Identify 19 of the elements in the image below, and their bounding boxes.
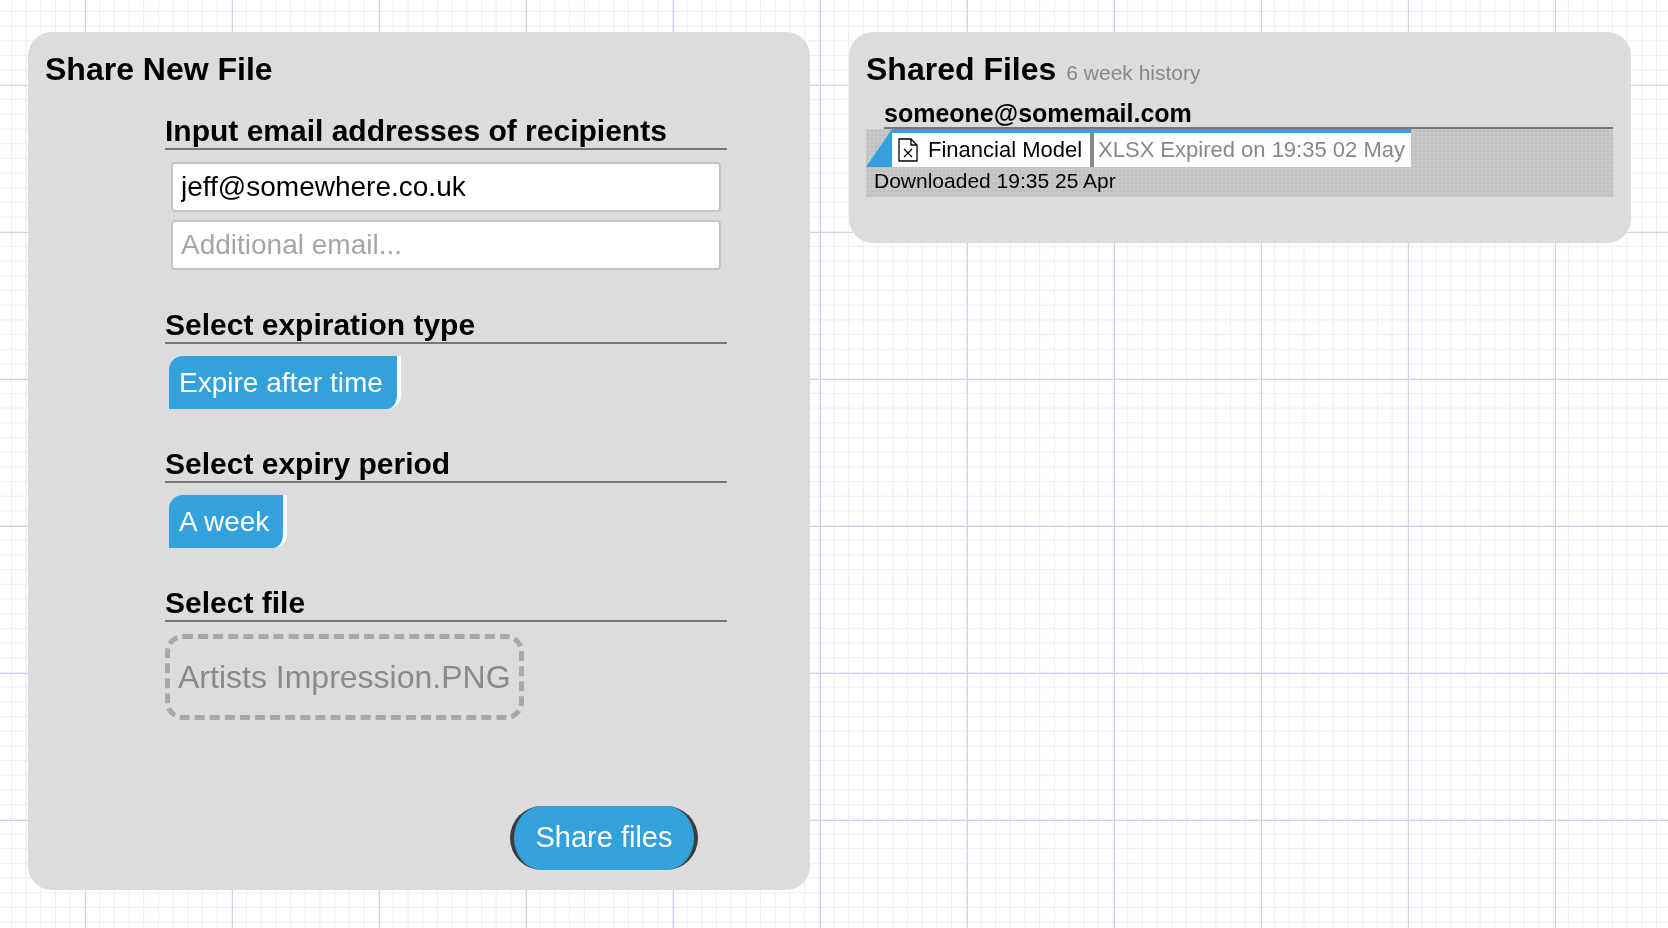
section-heading: Select file <box>165 586 727 622</box>
section-heading: Input email addresses of recipients <box>165 114 727 150</box>
spreadsheet-file-icon <box>898 137 918 162</box>
file-type: XLSX <box>1098 136 1155 164</box>
panel-title: Shared Files <box>866 50 1057 88</box>
panel-title: Share New File <box>45 50 274 88</box>
option-button[interactable]: A week <box>169 495 288 548</box>
file-name: Financial Model <box>928 136 1083 164</box>
section-heading: Select expiry period <box>165 447 727 483</box>
file-name-tag[interactable]: Financial Model <box>892 132 1095 167</box>
file-drop-zone[interactable]: Artists Impression.PNG <box>165 634 524 720</box>
expiry-status: Expired on 19:35 02 May <box>1160 136 1405 164</box>
history-label: 6 week history <box>1066 60 1201 86</box>
share-files-button[interactable]: Share files <box>510 806 698 870</box>
download-time: Downloaded 19:35 25 Apr <box>873 167 1117 194</box>
option-button[interactable]: Expire after time <box>169 356 401 409</box>
section-heading: Select expiration type <box>165 308 727 344</box>
email-field[interactable]: Additional email... <box>171 220 721 270</box>
email-field[interactable]: jeff@somewhere.co.uk <box>171 162 721 212</box>
